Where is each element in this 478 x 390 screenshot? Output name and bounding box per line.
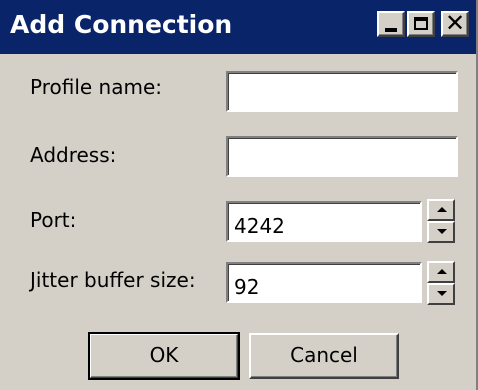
port-increment-button[interactable] xyxy=(427,199,455,221)
title-bar[interactable]: Add Connection ✕ xyxy=(0,0,476,54)
add-connection-dialog: Add Connection ✕ Profile name: Address: … xyxy=(0,0,478,390)
port-decrement-button[interactable] xyxy=(427,221,455,243)
maximize-button[interactable] xyxy=(407,11,435,37)
address-input[interactable] xyxy=(226,136,458,177)
jitter-buffer-size-label: Jitter buffer size: xyxy=(30,268,196,292)
profile-name-input[interactable] xyxy=(226,71,458,112)
arrow-up-icon xyxy=(437,269,447,274)
window-title: Add Connection xyxy=(10,10,233,39)
maximize-icon xyxy=(414,17,428,30)
close-icon: ✕ xyxy=(444,9,466,37)
jitter-increment-button[interactable] xyxy=(427,261,455,283)
arrow-up-icon xyxy=(437,207,447,212)
close-button[interactable]: ✕ xyxy=(441,9,469,37)
jitter-decrement-button[interactable] xyxy=(427,283,455,305)
minimize-button[interactable] xyxy=(377,11,405,37)
jitter-buffer-size-input[interactable] xyxy=(226,262,422,303)
jitter-buffer-size-spinner xyxy=(427,261,455,305)
minimize-icon xyxy=(385,28,397,32)
arrow-down-icon xyxy=(437,229,447,234)
ok-button[interactable]: OK xyxy=(88,332,240,380)
profile-name-label: Profile name: xyxy=(30,75,163,99)
port-input[interactable] xyxy=(226,201,422,242)
cancel-button[interactable]: Cancel xyxy=(249,333,399,379)
port-label: Port: xyxy=(30,208,77,232)
arrow-down-icon xyxy=(437,291,447,296)
port-spinner xyxy=(427,199,455,243)
address-label: Address: xyxy=(30,143,117,167)
